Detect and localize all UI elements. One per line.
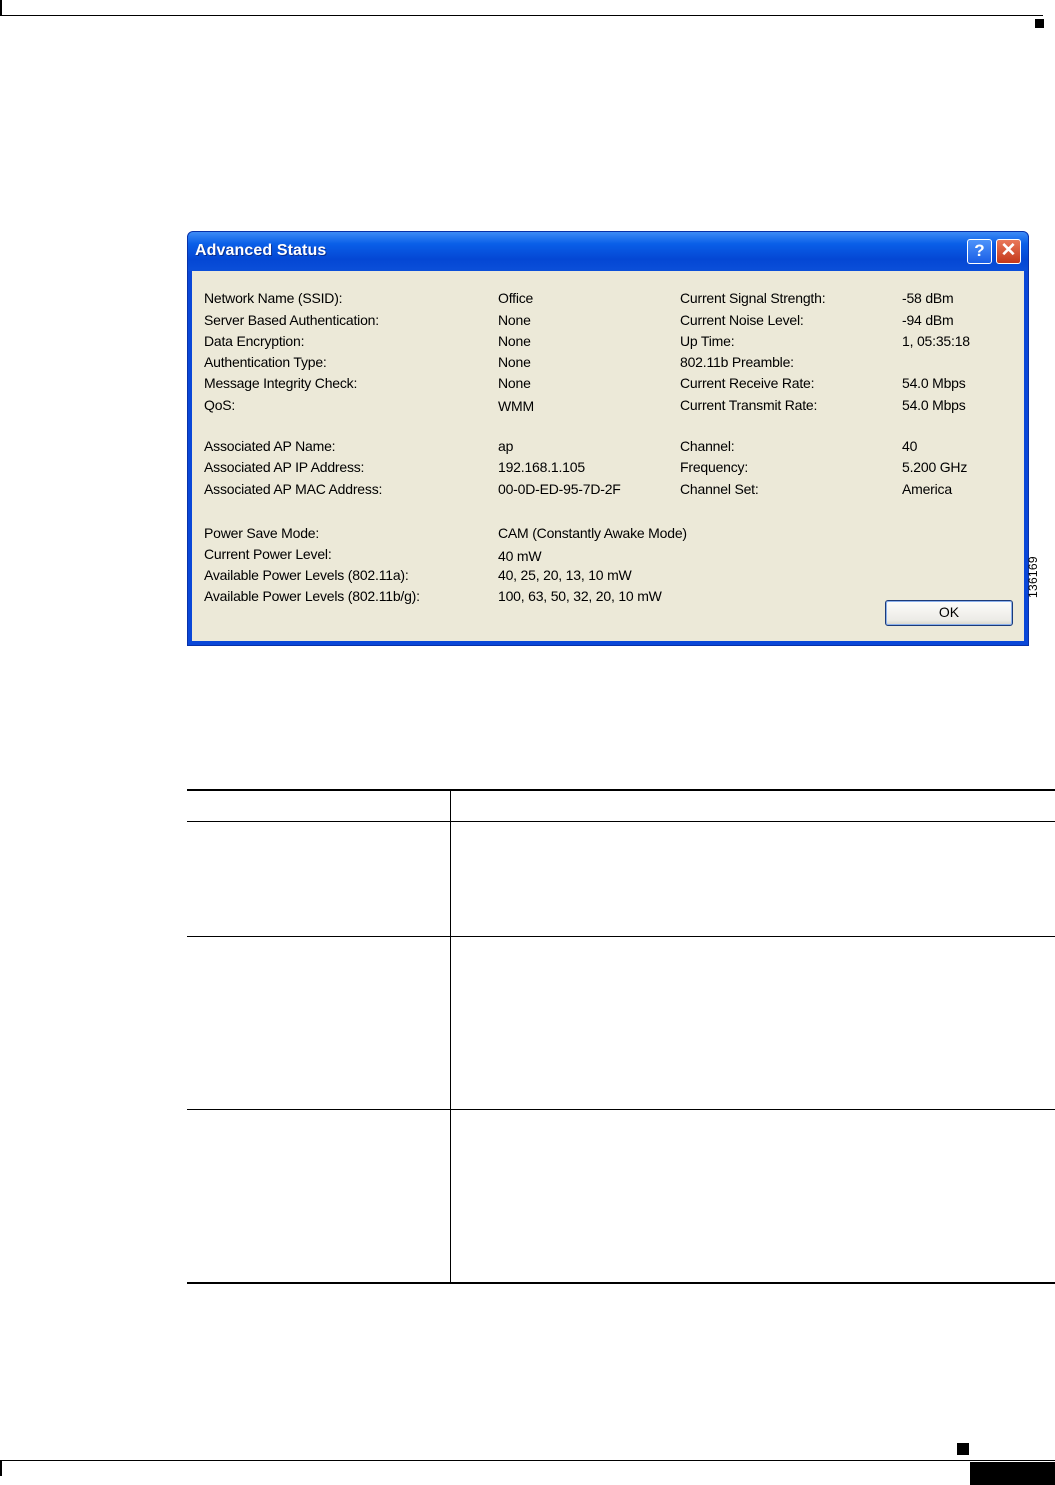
close-button[interactable]: ✕: [996, 239, 1021, 264]
receive-rate-value: 54.0 Mbps: [902, 375, 966, 391]
channel-value: 40: [902, 438, 918, 454]
footer-rule: [0, 1460, 1055, 1461]
frequency-value: 5.200 GHz: [902, 459, 968, 475]
mic-label: Message Integrity Check:: [204, 375, 358, 391]
table-row-rule: [187, 1109, 1055, 1110]
data-encryption-label: Data Encryption:: [204, 333, 305, 349]
server-auth-value: None: [498, 312, 531, 328]
footer-margin-tick: [0, 1460, 2, 1476]
power-levels-bg-label: Available Power Levels (802.11b/g):: [204, 588, 420, 604]
table-bottom-rule: [187, 1282, 1055, 1284]
signal-strength-value: -58 dBm: [902, 290, 954, 306]
table-header-rule: [187, 821, 1055, 822]
help-icon: ?: [974, 241, 985, 260]
transmit-rate-label: Current Transmit Rate:: [680, 397, 818, 413]
up-time-label: Up Time:: [680, 333, 735, 349]
figure-number: 136169: [1026, 556, 1040, 598]
table-column-divider: [450, 789, 451, 1283]
help-button[interactable]: ?: [967, 239, 992, 264]
frequency-label: Frequency:: [680, 459, 749, 475]
ap-mac-value: 00-0D-ED-95-7D-2F: [498, 481, 621, 497]
power-levels-a-value: 40, 25, 20, 13, 10 mW: [498, 567, 632, 583]
power-save-value: CAM (Constantly Awake Mode): [498, 525, 687, 541]
qos-value: WMM: [498, 398, 534, 414]
auth-type-value: None: [498, 354, 531, 370]
ap-name-value: ap: [498, 438, 514, 454]
power-save-label: Power Save Mode:: [204, 525, 320, 541]
auth-type-label: Authentication Type:: [204, 354, 327, 370]
up-time-value: 1, 05:35:18: [902, 333, 970, 349]
qos-label: QoS:: [204, 397, 236, 413]
server-auth-label: Server Based Authentication:: [204, 312, 379, 328]
ap-mac-label: Associated AP MAC Address:: [204, 481, 383, 497]
noise-level-value: -94 dBm: [902, 312, 954, 328]
table-row-rule: [187, 936, 1055, 937]
table-top-rule: [187, 789, 1055, 791]
header-rule: [0, 15, 1043, 16]
footer-marker: [957, 1443, 969, 1455]
ap-name-label: Associated AP Name:: [204, 438, 336, 454]
signal-strength-label: Current Signal Strength:: [680, 290, 826, 306]
noise-level-label: Current Noise Level:: [680, 312, 804, 328]
header-margin-tick: [0, 0, 2, 16]
ssid-value: Office: [498, 290, 534, 306]
preamble-label: 802.11b Preamble:: [680, 354, 794, 370]
ok-button[interactable]: OK: [885, 600, 1013, 626]
dialog-title: Advanced Status: [195, 242, 327, 259]
channel-label: Channel:: [680, 438, 735, 454]
data-encryption-value: None: [498, 333, 531, 349]
ap-ip-label: Associated AP IP Address:: [204, 459, 365, 475]
title-bar: Advanced Status ? ✕: [188, 232, 1028, 271]
power-level-value: 40 mW: [498, 548, 542, 564]
transmit-rate-value: 54.0 Mbps: [902, 397, 966, 413]
page-number-tab: [970, 1462, 1055, 1485]
mic-value: None: [498, 375, 531, 391]
power-levels-a-label: Available Power Levels (802.11a):: [204, 567, 409, 583]
advanced-status-dialog: Advanced Status ? ✕ Network Name (SSID):…: [187, 231, 1029, 646]
close-icon: ✕: [1000, 240, 1017, 261]
power-levels-bg-value: 100, 63, 50, 32, 20, 10 mW: [498, 588, 662, 604]
ap-ip-value: 192.168.1.105: [498, 459, 585, 475]
ssid-label: Network Name (SSID):: [204, 290, 343, 306]
channel-set-label: Channel Set:: [680, 481, 759, 497]
receive-rate-label: Current Receive Rate:: [680, 375, 815, 391]
header-marker: [1035, 19, 1044, 28]
power-level-label: Current Power Level:: [204, 546, 332, 562]
channel-set-value: America: [902, 481, 952, 497]
dialog-body: Network Name (SSID): Server Based Authen…: [192, 271, 1024, 641]
